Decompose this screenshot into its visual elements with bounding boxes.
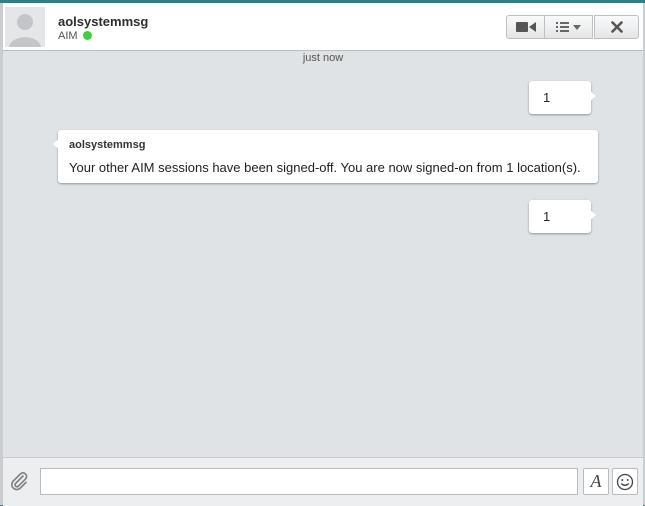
attach-button[interactable] [8, 470, 30, 492]
avatar[interactable] [5, 7, 45, 47]
contact-name: aolsystemmsg [58, 14, 149, 29]
video-camera-icon [515, 22, 536, 32]
message-composer: A [3, 457, 643, 506]
message-timestamp: just now [302, 52, 344, 64]
service-label: AIM [58, 30, 78, 42]
font-style-icon: A [590, 471, 602, 491]
paperclip-icon [10, 472, 28, 491]
message-text: 1 [543, 90, 551, 105]
message-input[interactable] [40, 468, 578, 495]
emoticon-button[interactable] [612, 468, 638, 495]
chat-window: aolsystemmsg AIM just now 1 aolsystemmsg… [0, 3, 645, 506]
font-style-button[interactable]: A [583, 468, 609, 495]
message-text: Your other AIM sessions have been signed… [69, 160, 581, 175]
options-menu-button[interactable] [545, 15, 593, 39]
contact-status: AIM [58, 30, 92, 42]
avatar-placeholder-icon [5, 7, 45, 47]
close-button[interactable] [594, 15, 639, 39]
outgoing-message: 1 [529, 200, 596, 233]
smiley-icon [616, 473, 634, 490]
online-status-icon [82, 31, 92, 40]
list-menu-icon [555, 22, 581, 32]
video-call-button[interactable] [506, 15, 545, 39]
message-sender: aolsystemmsg [69, 139, 146, 151]
outgoing-message: 1 [529, 81, 596, 114]
incoming-message: aolsystemmsg Your other AIM sessions hav… [53, 130, 598, 183]
close-icon [610, 21, 623, 33]
message-text: 1 [543, 209, 551, 224]
chat-header: aolsystemmsg AIM [3, 3, 643, 51]
